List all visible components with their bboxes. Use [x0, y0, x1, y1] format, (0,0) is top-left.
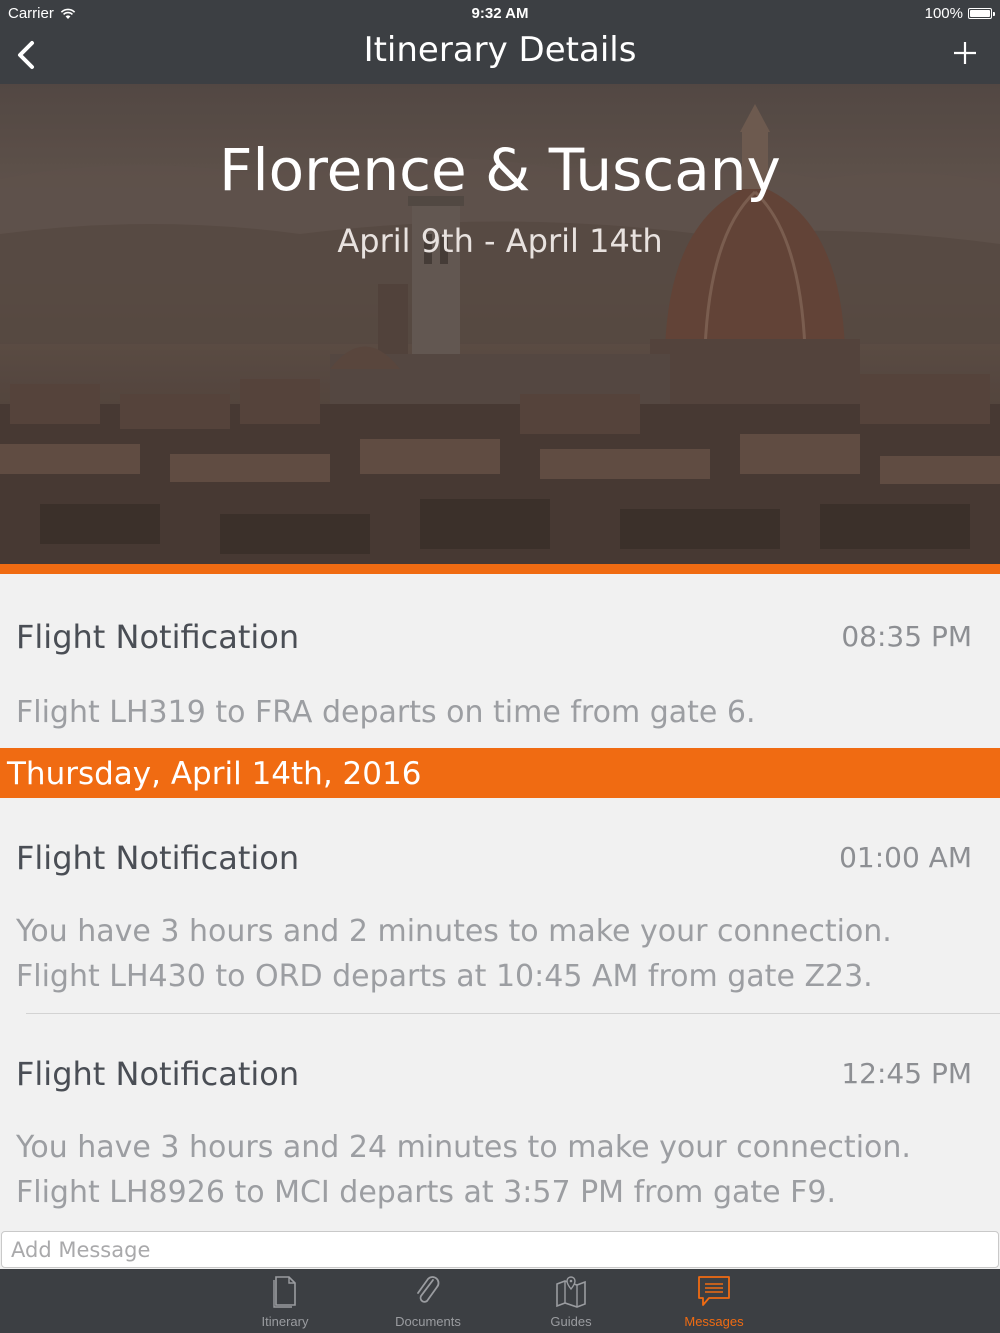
divider	[26, 1013, 1000, 1014]
trip-hero-banner: Florence & Tuscany April 9th - April 14t…	[0, 84, 1000, 564]
paperclip-icon	[417, 1276, 440, 1303]
page-title: Itinerary Details	[363, 30, 637, 70]
message-title: Flight Notification	[16, 1055, 300, 1093]
tab-guides[interactable]: Guides	[501, 1269, 641, 1333]
tab-label: Messages	[684, 1314, 744, 1329]
clock: 9:32 AM	[471, 5, 529, 22]
message-item[interactable]: Flight Notification 01:00 AM You have 3 …	[0, 839, 1000, 1009]
message-body: Flight LH319 to FRA departs on time from…	[16, 695, 756, 730]
add-message-input[interactable]	[1, 1231, 999, 1268]
tab-label: Documents	[395, 1314, 461, 1329]
compose-bar	[0, 1230, 1000, 1269]
day-header: Thursday, April 14th, 2016	[0, 748, 1000, 798]
tab-label: Itinerary	[261, 1314, 309, 1329]
battery-percent: 100%	[924, 5, 963, 22]
day-header-partial	[0, 564, 1000, 574]
battery-icon	[968, 8, 995, 19]
message-time: 01:00 AM	[839, 841, 972, 874]
tab-messages[interactable]: Messages	[644, 1269, 784, 1333]
message-title: Flight Notification	[16, 618, 300, 656]
message-title: Flight Notification	[16, 839, 300, 877]
trip-title: Florence & Tuscany	[219, 136, 781, 204]
message-item[interactable]: Flight Notification 12:45 PM You have 3 …	[0, 1055, 1000, 1225]
message-body: You have 3 hours and 2 minutes to make y…	[16, 914, 892, 994]
map-icon	[556, 1276, 586, 1308]
message-time: 08:35 PM	[841, 620, 972, 653]
tab-bar: Itinerary Documents Guides Messages	[0, 1269, 1000, 1333]
document-icon	[273, 1276, 296, 1308]
trip-dates: April 9th - April 14th	[337, 222, 663, 260]
tab-itinerary[interactable]: Itinerary	[215, 1269, 355, 1333]
message-icon	[698, 1276, 730, 1306]
plus-icon[interactable]	[952, 40, 978, 66]
battery-indicator: 100%	[924, 5, 995, 22]
tab-label: Guides	[550, 1314, 592, 1329]
message-body: You have 3 hours and 24 minutes to make …	[16, 1130, 911, 1210]
navigation-bar: Itinerary Details	[0, 26, 1000, 84]
message-item[interactable]: Flight Notification 08:35 PM Flight LH31…	[0, 618, 1000, 748]
tab-documents[interactable]: Documents	[358, 1269, 498, 1333]
status-bar: Carrier 9:32 AM 100%	[0, 0, 1000, 26]
messages-list[interactable]: Flight Notification 08:35 PM Flight LH31…	[0, 564, 1000, 1230]
message-time: 12:45 PM	[841, 1057, 972, 1090]
